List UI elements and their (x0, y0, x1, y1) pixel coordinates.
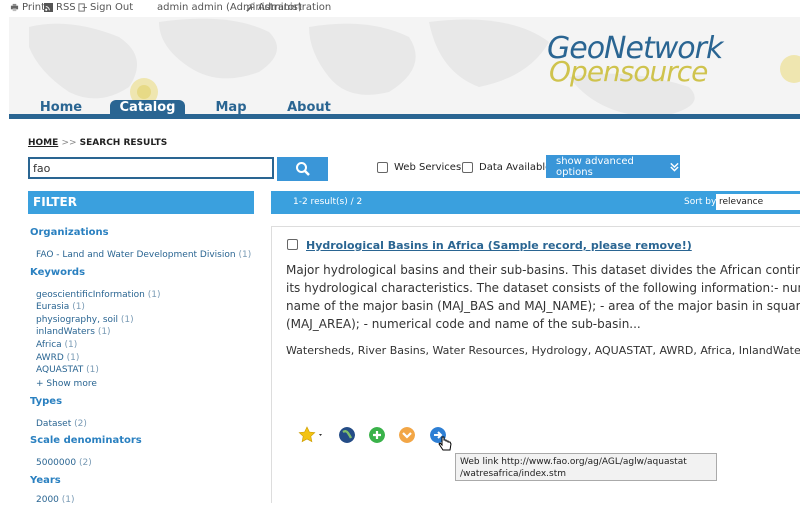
sort-label: Sort by (684, 197, 717, 207)
filter-years-title: Years (30, 475, 61, 486)
web-services-checkbox[interactable] (377, 162, 388, 173)
abstract-line: its hydrological characteristics. The da… (286, 281, 800, 295)
facet-item[interactable]: AWRD (1) (36, 353, 79, 363)
result-count: 1-2 result(s) / 2 (293, 197, 363, 207)
hand-cursor-icon (438, 436, 452, 451)
filter-organizations-title: Organizations (30, 227, 109, 238)
record-select-checkbox[interactable] (287, 239, 298, 250)
search-icon (295, 162, 310, 176)
web-services-label: Web Services (394, 162, 462, 173)
facet-label: Dataset (36, 419, 72, 429)
administration-label: Administration (258, 2, 332, 13)
filter-header: FILTER (28, 191, 254, 214)
nav-bar (9, 114, 800, 119)
facet-item[interactable]: Eurasia (1) (36, 302, 85, 312)
facet-item[interactable]: 2000 (1) (36, 495, 75, 505)
record-keywords: Watersheds, River Basins, Water Resource… (286, 344, 800, 357)
facet-item[interactable]: geoscientificInformation (1) (36, 290, 161, 300)
facet-count: (1) (61, 495, 75, 505)
breadcrumb: HOME >> SEARCH RESULTS (28, 138, 167, 148)
record-title[interactable]: Hydrological Basins in Africa (Sample re… (306, 239, 692, 252)
show-more-link[interactable]: + Show more (36, 379, 97, 389)
record-abstract: Major hydrological basins and their sub-… (286, 261, 800, 333)
weblink-tooltip: Web link http://www.fao.org/ag/AGL/aglw/… (455, 453, 717, 481)
add-icon[interactable] (369, 427, 385, 443)
data-available-checkbox[interactable] (462, 162, 473, 173)
globe-icon[interactable] (339, 427, 355, 443)
advanced-options-button[interactable]: show advanced options (546, 155, 680, 178)
facet-item[interactable]: physiography, soil (1) (36, 315, 134, 325)
breadcrumb-home[interactable]: HOME (28, 138, 58, 148)
filter-scale-title: Scale denominators (30, 435, 142, 446)
facet-label: AWRD (36, 353, 64, 363)
facet-count: (1) (120, 315, 134, 325)
signout-link[interactable]: Sign Out (78, 2, 133, 13)
facet-label: 5000000 (36, 458, 77, 468)
facet-label: inlandWaters (36, 327, 95, 337)
filter-types-title: Types (30, 396, 63, 407)
facet-count: (2) (78, 458, 92, 468)
tooltip-line: Web link http://www.fao.org/ag/AGL/aglw/… (460, 457, 687, 467)
facet-count: (1) (86, 365, 99, 375)
breadcrumb-separator: >> (61, 138, 77, 148)
administration-link[interactable]: Administration (246, 2, 331, 13)
chevron-double-down-icon (670, 162, 679, 172)
abstract-line: (MAJ_AREA); - numerical code and name of… (286, 317, 641, 331)
facet-item[interactable]: inlandWaters (1) (36, 327, 111, 337)
facet-count: (1) (97, 327, 111, 337)
facet-label: FAO - Land and Water Development Divisio… (36, 250, 236, 260)
facet-item[interactable]: 5000000 (2) (36, 458, 92, 468)
print-label: Print (22, 2, 46, 13)
abstract-line: name of the major basin (MAJ_BAS and MAJ… (286, 299, 800, 313)
star-icon[interactable] (298, 426, 326, 444)
results-bar: 1-2 result(s) / 2 Sort by relevance (271, 191, 800, 214)
breadcrumb-current: SEARCH RESULTS (79, 138, 168, 148)
facet-label: 2000 (36, 495, 59, 505)
advanced-options-label: show advanced options (556, 155, 634, 178)
facet-count: (1) (66, 353, 80, 363)
facet-count: (1) (72, 302, 85, 312)
search-input[interactable]: fao (28, 157, 274, 179)
facet-count: (1) (147, 290, 161, 300)
logo-opensource: Opensource (549, 55, 708, 88)
wrench-icon (246, 3, 255, 12)
top-bar: Print RSS Sign Out admin admin (Administ… (0, 0, 800, 16)
facet-label: AQUASTAT (36, 365, 84, 375)
rss-icon (44, 3, 53, 12)
filter-keywords-title: Keywords (30, 267, 86, 278)
facet-item[interactable]: AQUASTAT (1) (36, 365, 99, 375)
facet-count: (2) (74, 419, 87, 429)
signout-icon (78, 3, 87, 12)
rss-label: RSS (56, 2, 76, 13)
rss-link[interactable]: RSS (44, 2, 76, 13)
abstract-line: Major hydrological basins and their sub-… (286, 263, 800, 277)
facet-count: (1) (64, 340, 78, 350)
facet-item[interactable]: FAO - Land and Water Development Divisio… (36, 250, 251, 260)
facet-label: physiography, soil (36, 315, 119, 325)
signout-label: Sign Out (90, 2, 134, 13)
data-available-option[interactable]: Data Available (462, 162, 551, 173)
tooltip-line: /watresafrica/index.stm (460, 469, 567, 479)
search-button[interactable] (277, 157, 328, 181)
data-available-label: Data Available (479, 162, 552, 173)
facet-label: Eurasia (36, 302, 70, 312)
facet-label: geoscientificInformation (36, 290, 145, 300)
print-icon (10, 3, 19, 12)
web-services-option[interactable]: Web Services (377, 162, 461, 173)
sort-select[interactable]: relevance (716, 194, 800, 210)
download-icon[interactable] (399, 427, 415, 443)
facet-item[interactable]: Africa (1) (36, 340, 77, 350)
facet-count: (1) (238, 250, 252, 260)
facet-label: Africa (36, 340, 62, 350)
facet-item[interactable]: Dataset (2) (36, 419, 87, 429)
print-link[interactable]: Print (10, 2, 45, 13)
